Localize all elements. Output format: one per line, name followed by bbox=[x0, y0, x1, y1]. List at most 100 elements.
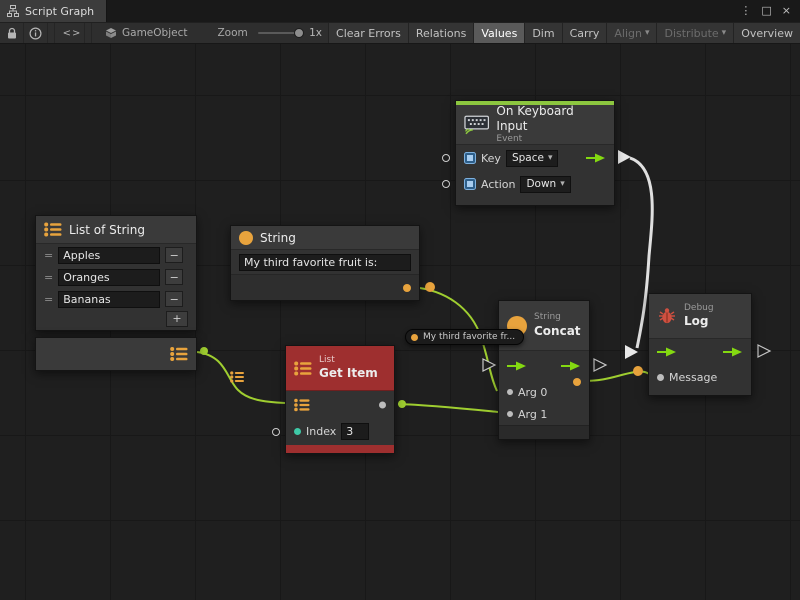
key-port-label: Key bbox=[481, 152, 501, 165]
tab-title: Script Graph bbox=[25, 5, 94, 18]
index-value-input[interactable] bbox=[341, 423, 369, 440]
wire-start-dot bbox=[398, 400, 406, 408]
tab-script-graph[interactable]: Script Graph bbox=[0, 0, 107, 22]
string-value-input[interactable] bbox=[239, 254, 411, 271]
key-dropdown[interactable]: Space ▾ bbox=[506, 150, 559, 167]
carry-button[interactable]: Carry bbox=[562, 22, 607, 44]
node-title: Concat bbox=[534, 324, 581, 339]
port-self-input[interactable] bbox=[442, 154, 450, 162]
flow-triangle-filled bbox=[618, 150, 631, 164]
lock-button[interactable] bbox=[0, 23, 24, 43]
maximize-icon[interactable]: □ bbox=[761, 0, 771, 22]
clear-errors-button[interactable]: Clear Errors bbox=[328, 22, 408, 44]
action-port-label: Action bbox=[481, 178, 515, 191]
node-title: Get Item bbox=[319, 366, 378, 381]
node-category: Debug bbox=[684, 303, 714, 314]
bug-icon bbox=[657, 306, 677, 326]
gameobject-selector[interactable]: GameObject bbox=[97, 27, 195, 39]
wire-value-text: My third favorite fr... bbox=[423, 332, 515, 342]
toolbar-separator bbox=[91, 23, 92, 43]
node-title: String bbox=[260, 231, 296, 245]
unity-script-graph-window: Script Graph ⋮ □ × <> GameObject Zoom 1x… bbox=[0, 0, 800, 600]
keyboard-icon bbox=[464, 115, 489, 135]
node-log[interactable]: Debug Log Message bbox=[648, 293, 752, 396]
zoom-slider[interactable] bbox=[258, 32, 300, 34]
remove-item-button[interactable]: − bbox=[165, 247, 183, 263]
close-icon[interactable]: × bbox=[782, 0, 791, 22]
port-flow-input[interactable] bbox=[507, 360, 527, 372]
add-item-button[interactable]: + bbox=[166, 311, 188, 327]
chevron-down-icon: ▾ bbox=[722, 28, 727, 38]
values-button[interactable]: Values bbox=[473, 22, 524, 44]
port-result-output[interactable] bbox=[573, 378, 581, 386]
port-arg1-input[interactable] bbox=[507, 411, 513, 417]
action-dropdown[interactable]: Down ▾ bbox=[520, 176, 570, 193]
list-item-row: = − bbox=[36, 288, 196, 310]
flow-triangle-outline bbox=[758, 345, 770, 357]
list-item-row: = − bbox=[36, 244, 196, 266]
graph-canvas[interactable]: On Keyboard Input Event Key Space ▾ Acti… bbox=[0, 44, 800, 600]
port-message-input[interactable] bbox=[657, 374, 664, 381]
window-controls: ⋮ □ × bbox=[740, 0, 800, 22]
chevron-down-icon: ▾ bbox=[548, 153, 553, 163]
port-flow-output[interactable] bbox=[561, 360, 581, 372]
drag-handle-icon[interactable]: = bbox=[44, 249, 53, 262]
string-icon bbox=[239, 231, 253, 245]
node-on-keyboard-input[interactable]: On Keyboard Input Event Key Space ▾ Acti… bbox=[455, 100, 615, 206]
port-flow-input[interactable] bbox=[657, 346, 677, 358]
node-concat[interactable]: String Concat Arg 0 Arg 1 bbox=[498, 300, 590, 440]
node-category: List bbox=[319, 355, 378, 366]
list-item-input[interactable] bbox=[58, 247, 160, 264]
graph-icon bbox=[7, 5, 19, 17]
list-item-input[interactable] bbox=[58, 269, 160, 286]
port-flow-output[interactable] bbox=[723, 346, 743, 358]
info-icon bbox=[29, 27, 42, 40]
port-self-input[interactable] bbox=[442, 180, 450, 188]
port-arg0-input[interactable] bbox=[507, 389, 513, 395]
zoom-label: Zoom bbox=[217, 27, 247, 39]
align-button: Align▾ bbox=[606, 22, 656, 44]
list-item-input[interactable] bbox=[58, 291, 160, 308]
remove-item-button[interactable]: − bbox=[165, 291, 183, 307]
wire-start-dot bbox=[200, 347, 208, 355]
dim-button[interactable]: Dim bbox=[524, 22, 561, 44]
node-footer-bar bbox=[286, 445, 394, 453]
drag-handle-icon[interactable]: = bbox=[44, 271, 53, 284]
zoom-slider-handle[interactable] bbox=[294, 28, 304, 38]
list-icon bbox=[44, 222, 62, 237]
node-get-item[interactable]: List Get Item Index bbox=[285, 345, 395, 454]
index-port-label: Index bbox=[306, 425, 336, 438]
node-subtitle: Event bbox=[496, 134, 606, 145]
list-item-row: = − bbox=[36, 266, 196, 288]
wire-getitem-to-concat bbox=[398, 404, 498, 412]
toolbar-separator bbox=[54, 23, 55, 43]
flow-triangle-outline bbox=[594, 359, 606, 371]
wire-value-tooltip: My third favorite fr... bbox=[405, 329, 524, 345]
arg0-label: Arg 0 bbox=[518, 386, 547, 399]
port-list-input[interactable] bbox=[294, 398, 310, 412]
code-view-button[interactable]: <> bbox=[61, 23, 85, 43]
distribute-button: Distribute▾ bbox=[656, 22, 733, 44]
node-category: String bbox=[534, 312, 581, 323]
string-value-dot bbox=[411, 334, 418, 341]
key-icon bbox=[464, 178, 476, 190]
drag-handle-icon[interactable]: = bbox=[44, 293, 53, 306]
node-footer-bar bbox=[499, 425, 589, 439]
code-icon: <> bbox=[63, 28, 82, 39]
graph-toolbar: <> GameObject Zoom 1x Clear Errors Relat… bbox=[0, 22, 800, 44]
port-flow-output[interactable] bbox=[586, 152, 606, 164]
node-list-of-string[interactable]: List of String = − = − = − + bbox=[35, 215, 197, 331]
list-output-section[interactable] bbox=[35, 337, 197, 371]
menu-icon[interactable]: ⋮ bbox=[740, 0, 751, 22]
list-icon bbox=[294, 361, 312, 376]
chevron-down-icon: ▾ bbox=[645, 28, 650, 38]
node-string-literal[interactable]: String bbox=[230, 225, 420, 301]
info-button[interactable] bbox=[24, 23, 48, 43]
port-index-input[interactable] bbox=[272, 428, 280, 436]
relations-button[interactable]: Relations bbox=[408, 22, 474, 44]
port-string-output[interactable] bbox=[403, 284, 411, 292]
remove-item-button[interactable]: − bbox=[165, 269, 183, 285]
overview-button[interactable]: Overview bbox=[733, 22, 800, 44]
port-list-output[interactable] bbox=[170, 347, 188, 362]
port-item-output[interactable] bbox=[379, 401, 386, 408]
